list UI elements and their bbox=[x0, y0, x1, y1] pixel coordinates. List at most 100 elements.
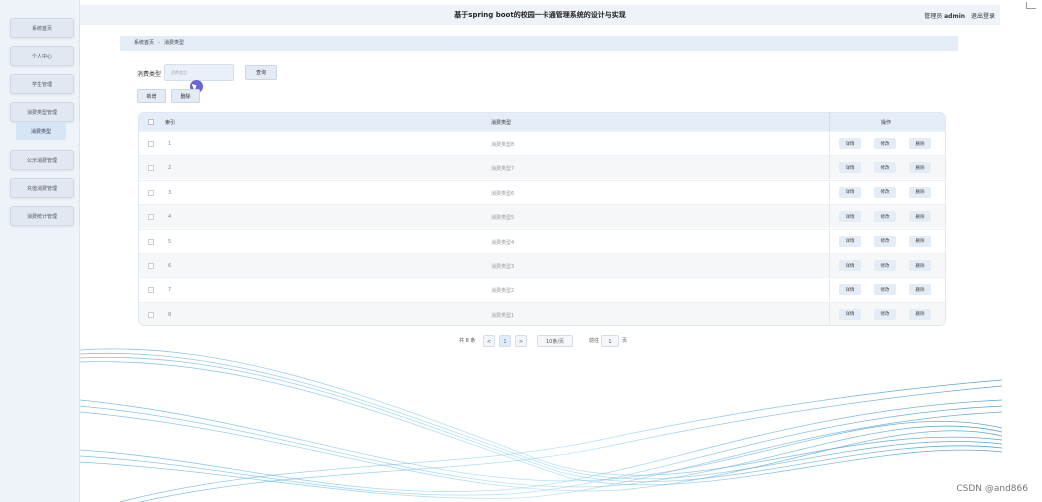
detail-button[interactable]: 详情 bbox=[839, 235, 861, 247]
sidebar-item-label: 学生管理 bbox=[31, 81, 52, 88]
row-type: 消费类型4 bbox=[491, 239, 515, 246]
detail-button[interactable]: 详情 bbox=[839, 260, 861, 271]
row-checkbox[interactable] bbox=[148, 141, 154, 147]
table-row: 2 消费类型7 详情 修改 删除 bbox=[139, 155, 945, 180]
edit-button[interactable]: 修改 bbox=[874, 211, 896, 223]
row-index: 2 bbox=[168, 165, 172, 172]
delete-button[interactable]: 删除 bbox=[909, 235, 931, 247]
row-checkbox[interactable] bbox=[148, 189, 154, 196]
detail-button[interactable]: 详情 bbox=[839, 162, 861, 174]
background-waves bbox=[80, 348, 1002, 502]
search-input[interactable]: 消费类型 bbox=[164, 64, 234, 81]
sidebar-item-label: 充值消费管理 bbox=[26, 185, 57, 192]
row-checkbox[interactable] bbox=[148, 263, 154, 269]
sidebar-item-statistics[interactable]: 消费统计管理 bbox=[10, 206, 74, 226]
logout-link[interactable]: 退出登录 bbox=[971, 13, 995, 20]
column-divider bbox=[829, 180, 830, 204]
sidebar-item-students[interactable]: 学生管理 bbox=[10, 74, 74, 94]
header-ops: 操作 bbox=[881, 120, 892, 126]
table-row: 1 消费类型8 详情 修改 删除 bbox=[139, 131, 945, 155]
search-label: 消费类型 bbox=[137, 71, 162, 78]
table-row: 5 消费类型4 详情 修改 删除 bbox=[139, 228, 945, 253]
column-divider bbox=[829, 156, 830, 180]
detail-button[interactable]: 详情 bbox=[839, 138, 861, 149]
breadcrumb-current: 消费类型 bbox=[164, 40, 185, 46]
sidebar-item-label: 公示消费管理 bbox=[26, 157, 57, 164]
row-type: 消费类型1 bbox=[491, 312, 515, 319]
row-type: 消费类型2 bbox=[491, 288, 515, 295]
column-divider bbox=[829, 302, 830, 325]
row-index: 7 bbox=[168, 287, 172, 294]
corner-bracket-icon bbox=[1026, 2, 1036, 9]
sidebar-subitem-consume-type[interactable]: 消费类型 bbox=[16, 122, 66, 140]
edit-button[interactable]: 修改 bbox=[874, 308, 896, 320]
edit-button[interactable]: 修改 bbox=[874, 186, 896, 198]
table-row: 4 消费类型5 详情 修改 删除 bbox=[139, 204, 945, 229]
column-divider bbox=[829, 132, 830, 155]
delete-button[interactable]: 删除 bbox=[909, 211, 931, 223]
column-divider bbox=[829, 254, 830, 277]
header-bar: 基于spring boot的校园一卡通管理系统的设计与实现 管理员 admin … bbox=[80, 5, 1000, 25]
edit-button[interactable]: 修改 bbox=[874, 284, 896, 296]
breadcrumb-home[interactable]: 系统首页 bbox=[134, 40, 154, 46]
edit-button[interactable]: 修改 bbox=[874, 138, 896, 149]
row-checkbox[interactable] bbox=[148, 311, 154, 318]
edit-button[interactable]: 修改 bbox=[874, 235, 896, 247]
search-button[interactable]: 查询 bbox=[245, 65, 277, 80]
sidebar-subitem-label: 消费类型 bbox=[30, 128, 51, 135]
sidebar-item-home[interactable]: 系统首页 bbox=[10, 18, 74, 38]
table-row: 7 消费类型2 详情 修改 删除 bbox=[139, 277, 945, 302]
table-row: 3 消费类型6 详情 修改 删除 bbox=[139, 179, 945, 204]
data-table: 索引 消费类型 操作 1 消费类型8 详情 修改 删除 2 消费类型7 详情 修改 删除 3 消费类型… bbox=[138, 112, 946, 326]
delete-button[interactable]: 删除 bbox=[909, 308, 931, 320]
row-index: 4 bbox=[168, 214, 172, 221]
sidebar-item-recharge[interactable]: 充值消费管理 bbox=[10, 178, 74, 198]
row-checkbox[interactable] bbox=[148, 287, 154, 294]
add-button[interactable]: 新增 bbox=[137, 89, 166, 103]
detail-button[interactable]: 详情 bbox=[839, 308, 861, 320]
delete-button[interactable]: 删除 bbox=[909, 138, 931, 149]
select-all-checkbox[interactable] bbox=[148, 119, 154, 125]
batch-delete-button[interactable]: 删除 bbox=[171, 89, 200, 103]
row-type: 消费类型6 bbox=[491, 190, 515, 197]
delete-button[interactable]: 删除 bbox=[909, 186, 931, 198]
user-role: 管理员 bbox=[924, 13, 943, 20]
breadcrumb-separator: › bbox=[158, 40, 161, 46]
row-index: 6 bbox=[168, 263, 172, 269]
row-type: 消费类型7 bbox=[491, 166, 515, 173]
edit-button[interactable]: 修改 bbox=[874, 260, 896, 271]
watermark: CSDN @and866 bbox=[956, 484, 1028, 494]
delete-button[interactable]: 删除 bbox=[909, 260, 931, 271]
row-index: 1 bbox=[168, 141, 172, 147]
row-type: 消费类型5 bbox=[491, 215, 515, 222]
row-checkbox[interactable] bbox=[148, 214, 154, 221]
sidebar: 系统首页 个人中心 学生管理 消费类型管理 消费类型 公示消费管理 充值消费管理… bbox=[0, 0, 80, 502]
header-index: 索引 bbox=[165, 120, 176, 126]
username: admin bbox=[944, 13, 966, 20]
row-type: 消费类型3 bbox=[491, 264, 515, 270]
row-index: 5 bbox=[168, 238, 172, 245]
page-title: 基于spring boot的校园一卡通管理系统的设计与实现 bbox=[454, 11, 626, 19]
breadcrumb: 系统首页 › 消费类型 bbox=[120, 36, 958, 51]
edit-button[interactable]: 修改 bbox=[874, 162, 896, 174]
delete-button[interactable]: 删除 bbox=[909, 284, 931, 296]
table-row: 8 消费类型1 详情 修改 删除 bbox=[139, 301, 945, 325]
table-row: 6 消费类型3 详情 修改 删除 bbox=[139, 253, 945, 277]
sidebar-item-consume-type[interactable]: 消费类型管理 bbox=[10, 102, 74, 122]
row-checkbox[interactable] bbox=[148, 165, 154, 172]
row-checkbox[interactable] bbox=[148, 238, 154, 245]
delete-button[interactable]: 删除 bbox=[909, 162, 931, 174]
detail-button[interactable]: 详情 bbox=[839, 211, 861, 223]
header-type: 消费类型 bbox=[491, 120, 512, 126]
sidebar-item-label: 消费类型管理 bbox=[26, 109, 57, 116]
sidebar-item-label: 系统首页 bbox=[31, 25, 52, 32]
sidebar-item-label: 个人中心 bbox=[31, 53, 52, 60]
row-type: 消费类型8 bbox=[491, 142, 515, 148]
sidebar-item-profile[interactable]: 个人中心 bbox=[10, 46, 74, 66]
detail-button[interactable]: 详情 bbox=[839, 284, 861, 296]
detail-button[interactable]: 详情 bbox=[839, 186, 861, 198]
column-divider bbox=[829, 278, 830, 302]
sidebar-item-public-consume[interactable]: 公示消费管理 bbox=[10, 150, 74, 170]
row-index: 3 bbox=[168, 189, 172, 196]
column-divider bbox=[829, 205, 830, 229]
